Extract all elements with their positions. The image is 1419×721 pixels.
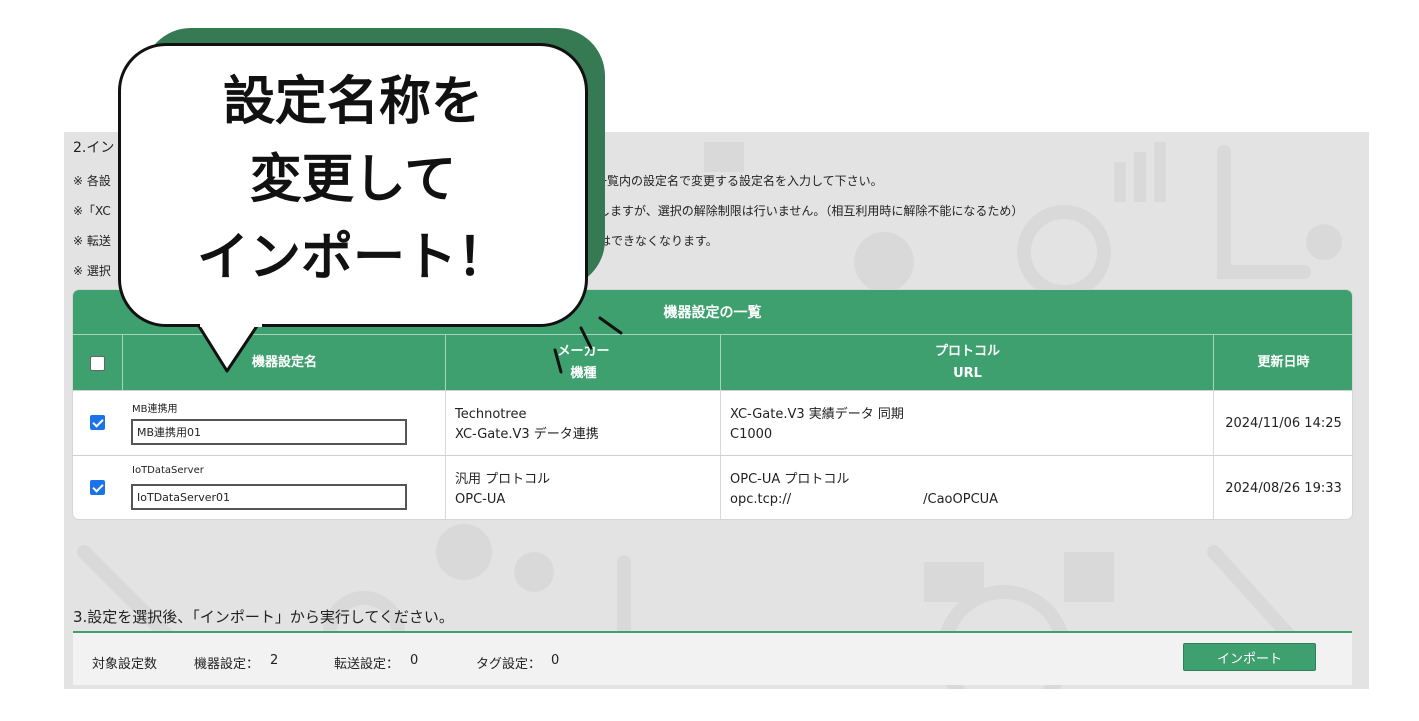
import-button[interactable]: インポート [1183,643,1316,671]
row-2-protocol-cell: OPC-UA プロトコル opc.tcp:// /CaoOPCUA [720,456,1214,519]
device-count-label: 機器設定： [194,657,260,672]
step3-title: 3.設定を選択後、「インポート」から実行してください。 [73,608,454,626]
table-row: IoTDataServer 汎用 プロトコル OPC-UA OPC-UA プロト… [73,455,1352,519]
header-protocol-label: プロトコル [934,344,1000,359]
row-2-maker-cell: 汎用 プロトコル OPC-UA [445,456,721,519]
row-2-checkbox[interactable] [90,480,105,495]
motion-lines [553,316,623,374]
row-1-checkbox-cell [90,415,105,434]
header-name: 機器設定名 [122,335,446,391]
row-2-url-suffix: /CaoOPCUA [923,492,999,507]
row-2-name-input[interactable] [131,484,407,510]
row-2-url-prefix: opc.tcp:// [730,492,792,507]
note-2-text: 択しますが、選択の解除制限は行いません。（相互利用時に解除不能になるため） [586,204,1024,218]
header-url-label: URL [953,366,982,381]
callout-line-2: 変更して [249,150,457,210]
note-2-prefix: ※「XC [73,204,111,218]
target-count-label: 対象設定数 [92,657,158,672]
row-2-model: OPC-UA [455,492,506,507]
row-1-original-name: MB連携用 [132,404,178,415]
callout-line-3: インポート！ [196,228,509,288]
row-1-model: XC-Gate.V3 データ連携 [455,427,599,442]
callout-text: 設定名称を 変更して インポート！ [118,63,588,297]
table-row: MB連携用 Technotree XC-Gate.V3 データ連携 XC-Gat… [73,390,1352,455]
transfer-count: 0 [410,653,419,668]
row-2-updated: 2024/08/26 19:33 [1213,456,1352,519]
step2-title: 2.イン [73,140,115,156]
tag-count-label: タグ設定： [476,657,542,672]
import-footer: 対象設定数 機器設定： 2 転送設定： 0 タグ設定： 0 インポート [73,631,1352,685]
note-1-text: 、一覧内の設定名で変更する設定名を入力して下さい。 [583,174,883,188]
note-1-prefix: ※ 各設 [73,174,111,188]
device-count: 2 [270,653,279,668]
row-2-checkbox-cell [90,480,105,499]
row-1-checkbox[interactable] [90,415,105,430]
row-1-protocol-cell: XC-Gate.V3 実績データ 同期 C1000 [720,391,1214,455]
row-2-url: opc.tcp:// /CaoOPCUA [730,490,998,510]
note-3-prefix: ※ 転送 [73,234,111,248]
row-1-updated: 2024/11/06 14:25 [1213,391,1352,455]
tag-count: 0 [551,653,560,668]
header-protocol-url: プロトコル URL [720,335,1214,391]
note-3-text: 除はできなくなります。 [587,234,718,248]
select-all-checkbox[interactable] [90,355,105,371]
row-2-protocol: OPC-UA プロトコル [730,472,850,487]
transfer-count-label: 転送設定： [334,657,400,672]
row-1-maker-cell: Technotree XC-Gate.V3 データ連携 [445,391,721,455]
note-4-prefix: ※ 選択 [73,264,111,278]
callout-tail-join [200,318,262,327]
row-2-original-name: IoTDataServer [132,465,204,476]
header-updated-label: 更新日時 [1257,355,1310,370]
callout-line-1: 設定名称を [222,72,483,132]
callout-tail [195,323,261,373]
row-1-url: C1000 [730,427,773,442]
row-1-name-input[interactable] [131,419,407,445]
row-1-maker: Technotree [455,407,527,422]
row-2-maker: 汎用 プロトコル [455,472,551,487]
row-1-protocol: XC-Gate.V3 実績データ 同期 [730,407,904,422]
header-updated: 更新日時 [1213,335,1352,391]
select-all-cell [73,335,122,391]
